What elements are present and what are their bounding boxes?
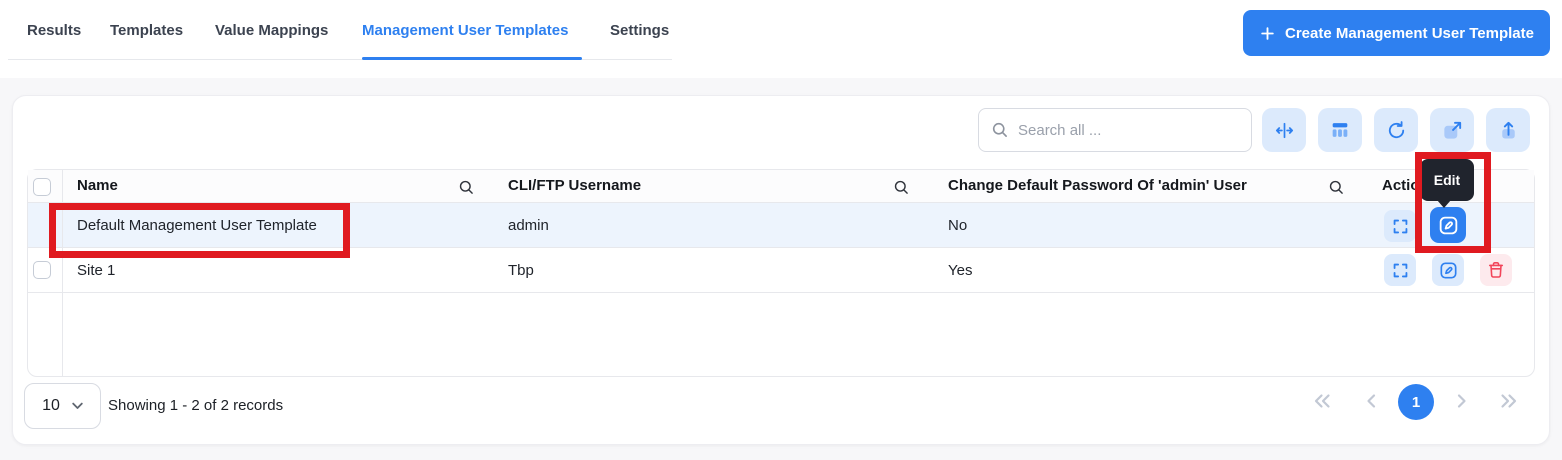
row-2-expand-button[interactable]: [1384, 254, 1416, 286]
tab-bar: Results Templates Value Mappings Managem…: [0, 0, 1562, 78]
first-page-button[interactable]: [1310, 391, 1334, 411]
edit-icon: [1437, 214, 1460, 237]
column-header-cli-ftp-username[interactable]: CLI/FTP Username: [508, 169, 641, 203]
plus-icon: [1259, 25, 1276, 42]
open-in-new-icon: [1441, 119, 1464, 142]
trash-icon: [1486, 260, 1506, 280]
page-1-button[interactable]: 1: [1398, 384, 1434, 420]
edit-icon: [1438, 260, 1459, 281]
double-chevron-left-icon: [1310, 391, 1334, 411]
name-column-search-icon[interactable]: [458, 179, 475, 196]
table-row-2[interactable]: [28, 248, 1534, 293]
tab-settings[interactable]: Settings: [610, 22, 669, 39]
row-2-edit-button[interactable]: [1432, 254, 1464, 286]
column-header-name[interactable]: Name: [77, 169, 118, 203]
refresh-icon: [1385, 119, 1408, 142]
row-1-cli-ftp-cell: admin: [508, 203, 549, 248]
row-2-name-cell: Site 1: [77, 248, 115, 293]
row-2-cli-ftp-cell: Tbp: [508, 248, 534, 293]
page-size-value: 10: [42, 397, 60, 415]
active-tab-indicator: [362, 57, 582, 60]
column-resize-icon: [1273, 119, 1296, 142]
search-all-box: [978, 108, 1252, 152]
last-page-button[interactable]: [1497, 391, 1521, 411]
edit-tooltip-label: Edit: [1434, 172, 1460, 188]
search-all-input[interactable]: [1018, 122, 1239, 139]
columns-icon: [1329, 119, 1351, 141]
refresh-button[interactable]: [1374, 108, 1418, 152]
search-icon: [991, 121, 1009, 139]
row-1-expand-button[interactable]: [1384, 210, 1416, 242]
checkbox-column-divider: [62, 170, 63, 376]
select-all-checkbox[interactable]: [33, 178, 51, 196]
chevron-left-icon: [1363, 392, 1381, 410]
previous-page-button[interactable]: [1363, 392, 1381, 410]
row-1-edit-button[interactable]: [1430, 207, 1466, 243]
columns-button[interactable]: [1318, 108, 1362, 152]
chevron-down-icon: [72, 402, 83, 410]
edit-tooltip-arrow: [1437, 200, 1451, 208]
page: Results Templates Value Mappings Managem…: [0, 0, 1562, 460]
row-1-name-cell: Default Management User Template: [77, 203, 317, 248]
expand-icon: [1391, 261, 1410, 280]
row-1-change-password-cell: No: [948, 203, 967, 248]
table-header-row: [28, 170, 1534, 203]
edit-tooltip: Edit: [1420, 159, 1474, 201]
open-in-new-button[interactable]: [1430, 108, 1474, 152]
records-summary: Showing 1 - 2 of 2 records: [108, 383, 283, 429]
row-2-delete-button[interactable]: [1480, 254, 1512, 286]
export-icon: [1497, 119, 1520, 142]
expand-icon: [1391, 217, 1410, 236]
export-button[interactable]: [1486, 108, 1530, 152]
tab-management-user-templates[interactable]: Management User Templates: [362, 22, 568, 39]
tab-value-mappings[interactable]: Value Mappings: [215, 22, 328, 39]
chevron-right-icon: [1452, 392, 1470, 410]
double-chevron-right-icon: [1497, 391, 1521, 411]
create-management-user-template-button[interactable]: Create Management User Template: [1243, 10, 1550, 56]
change-password-column-search-icon[interactable]: [1328, 179, 1345, 196]
row-2-change-password-cell: Yes: [948, 248, 972, 293]
row-2-checkbox[interactable]: [33, 261, 51, 279]
tab-templates[interactable]: Templates: [110, 22, 183, 39]
create-button-label: Create Management User Template: [1285, 25, 1534, 42]
cli-ftp-column-search-icon[interactable]: [893, 179, 910, 196]
current-page-number: 1: [1412, 394, 1420, 411]
column-header-change-default-password[interactable]: Change Default Password Of 'admin' User: [948, 169, 1247, 203]
next-page-button[interactable]: [1452, 392, 1470, 410]
tab-results[interactable]: Results: [27, 22, 81, 39]
column-resize-button[interactable]: [1262, 108, 1306, 152]
page-size-select[interactable]: 10: [24, 383, 101, 429]
